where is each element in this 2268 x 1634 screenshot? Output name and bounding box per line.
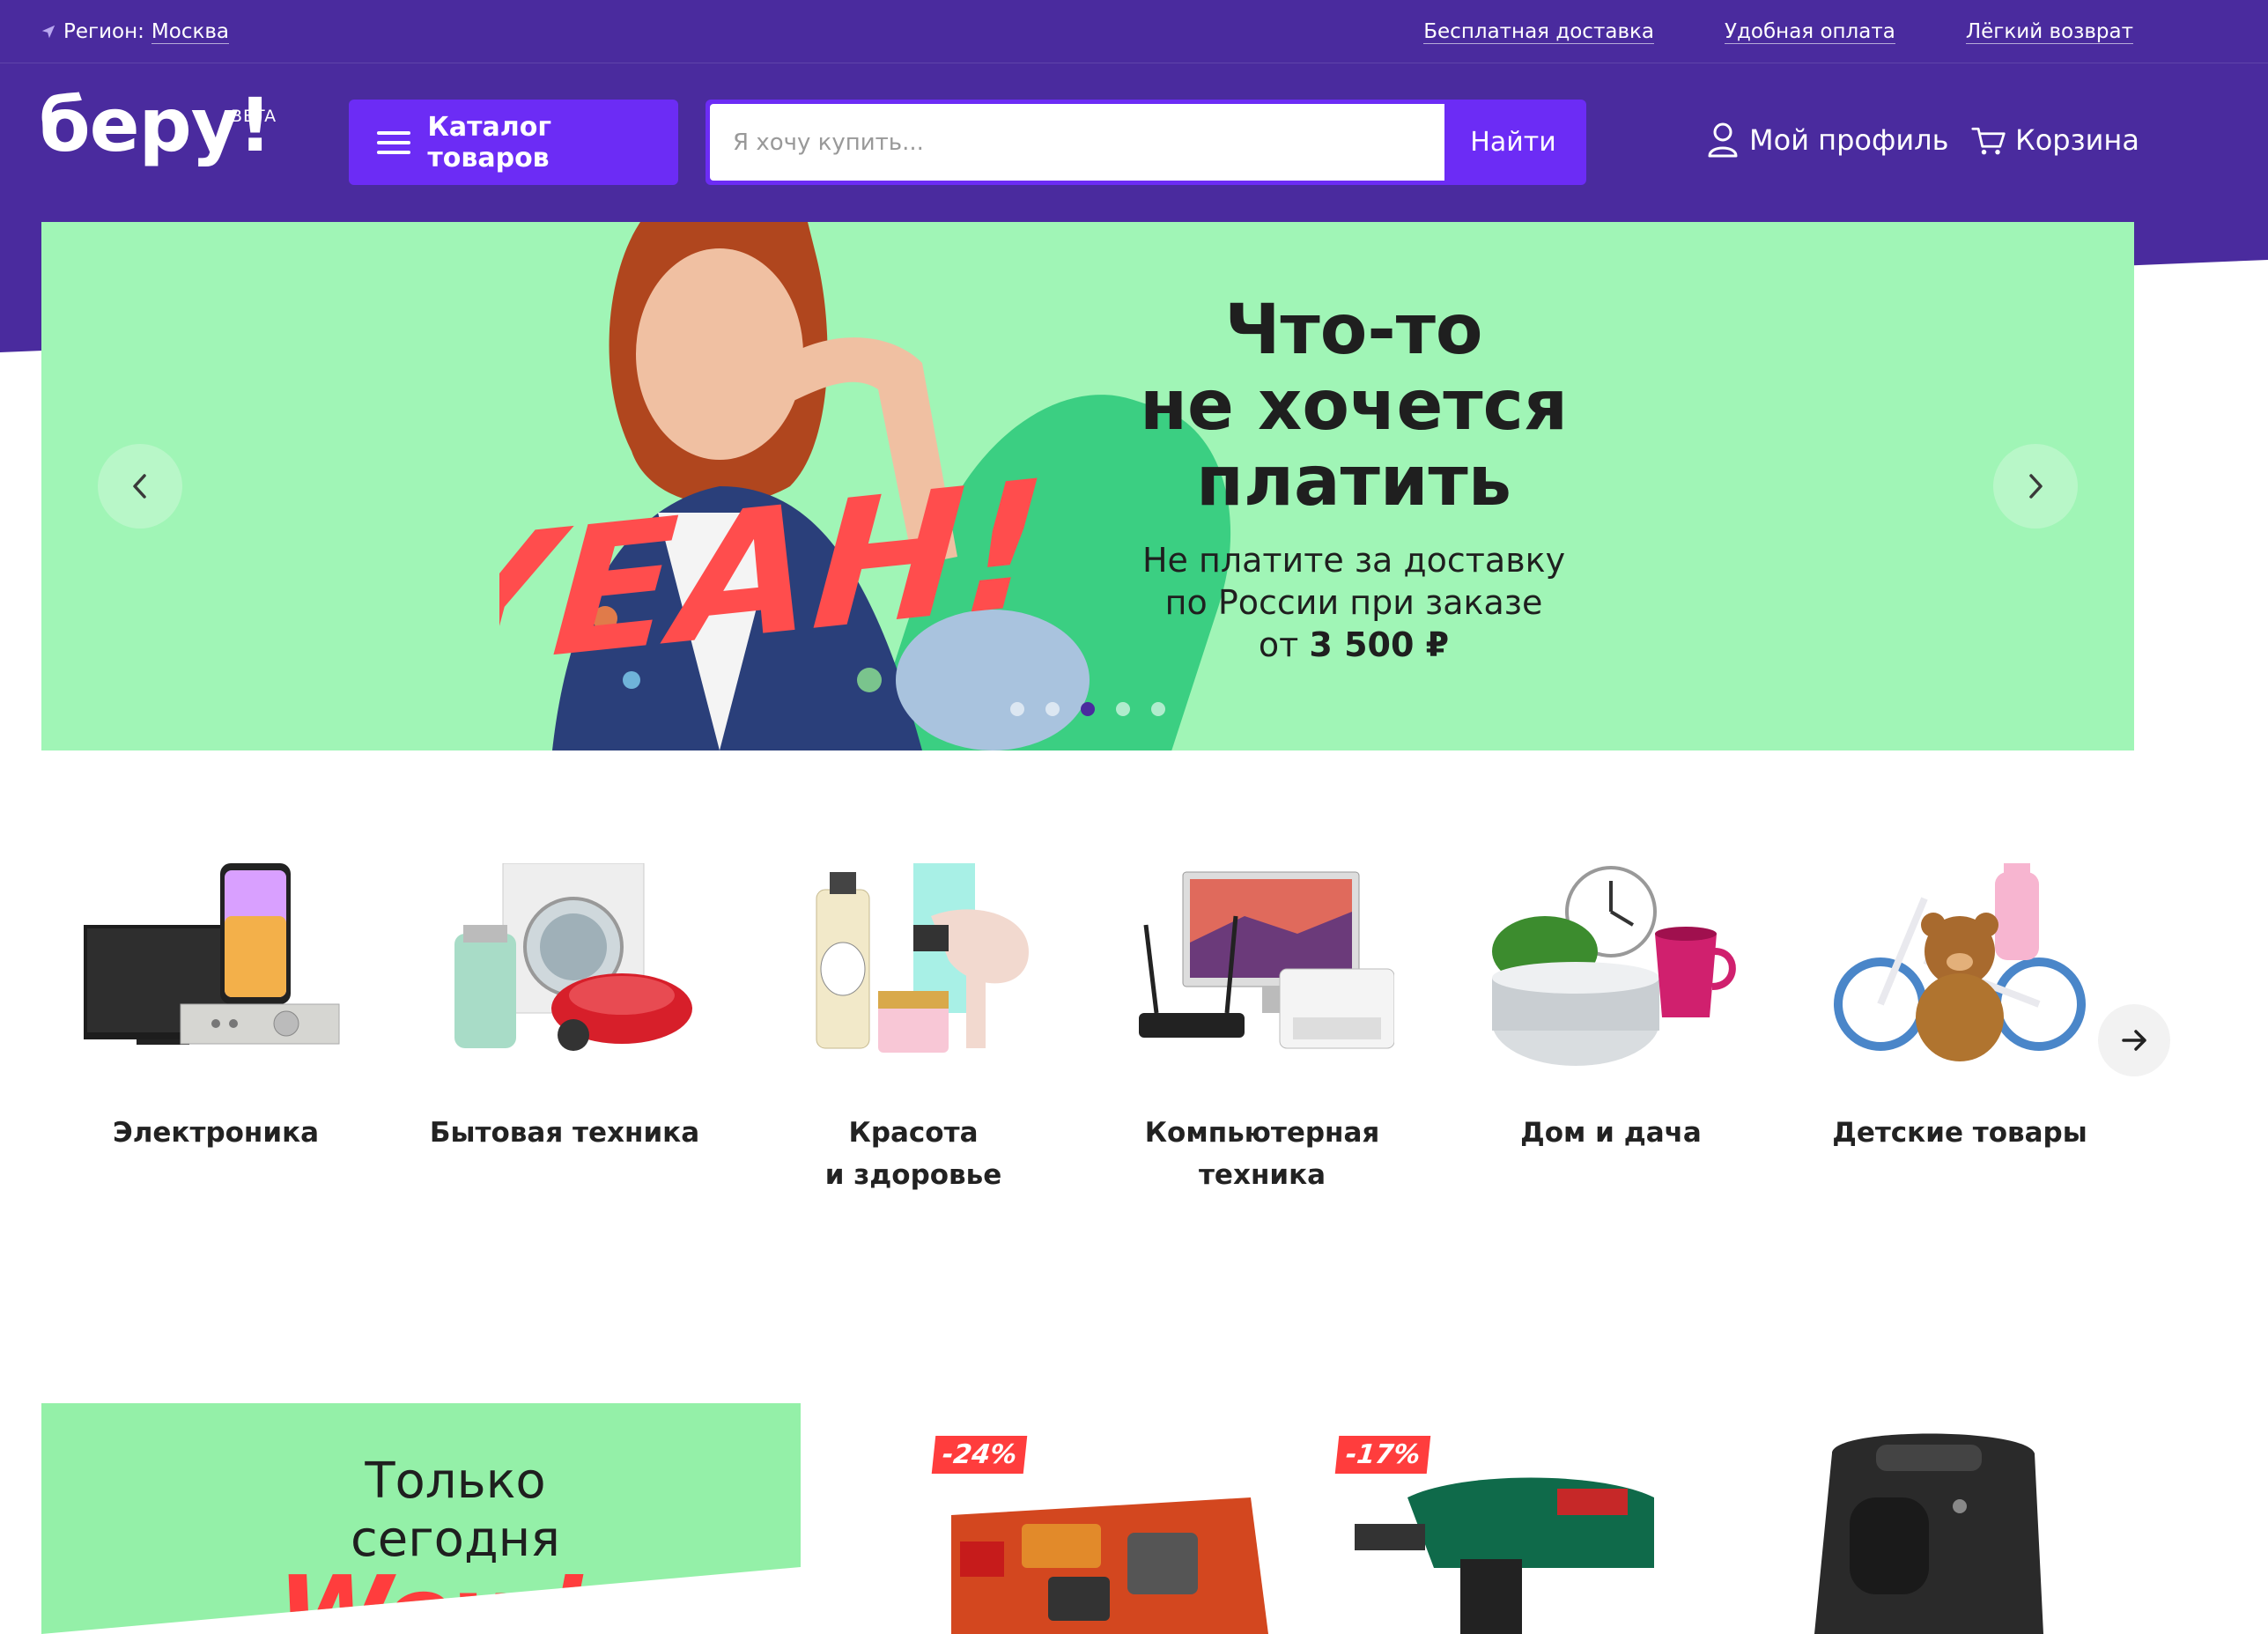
- hero-next-button[interactable]: [1993, 444, 2078, 529]
- home-garden-image: [1492, 866, 1736, 1066]
- search-input[interactable]: [710, 104, 1444, 181]
- hero-text-block: Что-то не хочется платить Не платите за …: [1054, 292, 1653, 666]
- hero-subtitle: Не платите за доставку по России при зак…: [1054, 539, 1653, 666]
- menu-icon: [377, 130, 410, 154]
- product-card-lego[interactable]: -24%: [931, 1427, 1268, 1634]
- category-appliances[interactable]: Бытовая техника: [390, 863, 739, 1233]
- hero-prev-button[interactable]: [98, 444, 182, 529]
- category-label: Дом и дача: [1520, 1117, 1702, 1149]
- hero-dot-2[interactable]: [1045, 702, 1060, 716]
- category-electronics[interactable]: Электроника: [41, 863, 390, 1233]
- category-row: Электроника Бытовая техника Красота и зд…: [41, 863, 2134, 1233]
- coffee-machine-image: [1814, 1433, 2043, 1634]
- arrow-right-icon: [2122, 1030, 2146, 1051]
- search-button[interactable]: Найти: [1444, 104, 1582, 181]
- hero-dot-4[interactable]: [1116, 702, 1130, 716]
- category-label: Компьютерная техника: [1144, 1117, 1380, 1191]
- appliances-image: [454, 863, 692, 1051]
- product-card-coffee-machine[interactable]: [1779, 1427, 2079, 1634]
- lego-power-functions-image: [951, 1497, 1268, 1634]
- category-beauty[interactable]: Красота и здоровье: [739, 863, 1088, 1233]
- category-computers[interactable]: Компьютерная техника: [1088, 863, 1437, 1233]
- search-bar: Найти: [706, 100, 1586, 185]
- category-label: Электроника: [112, 1117, 320, 1149]
- category-label: Бытовая техника: [429, 1117, 700, 1149]
- category-home-garden[interactable]: Дом и дача: [1437, 863, 1785, 1233]
- cart-icon: [1971, 127, 2006, 155]
- hammer-drill-image: [1355, 1477, 1654, 1634]
- promo-wow-text: Wow!: [277, 1553, 591, 1634]
- catalog-button[interactable]: Каталог товаров: [349, 100, 678, 185]
- computer-image: [1139, 871, 1394, 1049]
- region-selector[interactable]: Регион: Москва: [41, 18, 230, 46]
- category-label: Детские товары: [1832, 1117, 2087, 1149]
- region-prefix: Регион:: [63, 20, 144, 43]
- cart-link[interactable]: Корзина: [1971, 118, 2139, 162]
- payment-link[interactable]: Удобная оплата: [1725, 20, 1895, 44]
- beauty-image: [816, 863, 1029, 1053]
- region-city[interactable]: Москва: [151, 20, 230, 44]
- categories-next-button[interactable]: [2098, 1004, 2170, 1076]
- hero-banner[interactable]: YEAH! Что-то не хочется платить Не плати…: [41, 222, 2134, 750]
- hero-dot-5[interactable]: [1151, 702, 1165, 716]
- kids-image: [1834, 863, 2086, 1061]
- hero-pagination: [1010, 702, 1165, 716]
- hero-price: 3 500 ₽: [1309, 625, 1450, 664]
- cart-label: Корзина: [2015, 123, 2139, 157]
- logo-beta-badge: BETA: [231, 107, 277, 126]
- chevron-left-icon: [133, 474, 146, 499]
- hero-dot-3[interactable]: [1081, 702, 1095, 716]
- hero-dot-1[interactable]: [1010, 702, 1024, 716]
- return-link[interactable]: Лёгкий возврат: [1965, 20, 2133, 44]
- catalog-button-label: Каталог товаров: [427, 111, 552, 174]
- free-delivery-link[interactable]: Бесплатная доставка: [1423, 20, 1654, 44]
- hero-title: Что-то не хочется платить: [1140, 291, 1568, 521]
- chevron-right-icon: [2029, 474, 2043, 499]
- profile-label: Мой профиль: [1749, 123, 1949, 157]
- category-label: Красота и здоровье: [824, 1117, 1002, 1191]
- profile-link[interactable]: Мой профиль: [1705, 118, 1948, 162]
- location-arrow-icon: [41, 25, 55, 39]
- top-bar: Регион: Москва Бесплатная доставка Удобн…: [0, 0, 2268, 63]
- user-icon: [1708, 122, 1738, 158]
- hero-person-image: YEAH!: [499, 222, 1090, 750]
- today-deals-promo[interactable]: Только сегодня Wow!: [41, 1403, 801, 1634]
- promo-title: Только сегодня: [351, 1453, 560, 1568]
- category-kids[interactable]: Детские товары: [1785, 863, 2134, 1233]
- product-card-drill[interactable]: -17%: [1334, 1427, 1672, 1634]
- top-links: Бесплатная доставка Удобная оплата Лёгки…: [1423, 18, 2133, 46]
- electronics-image: [84, 863, 340, 1045]
